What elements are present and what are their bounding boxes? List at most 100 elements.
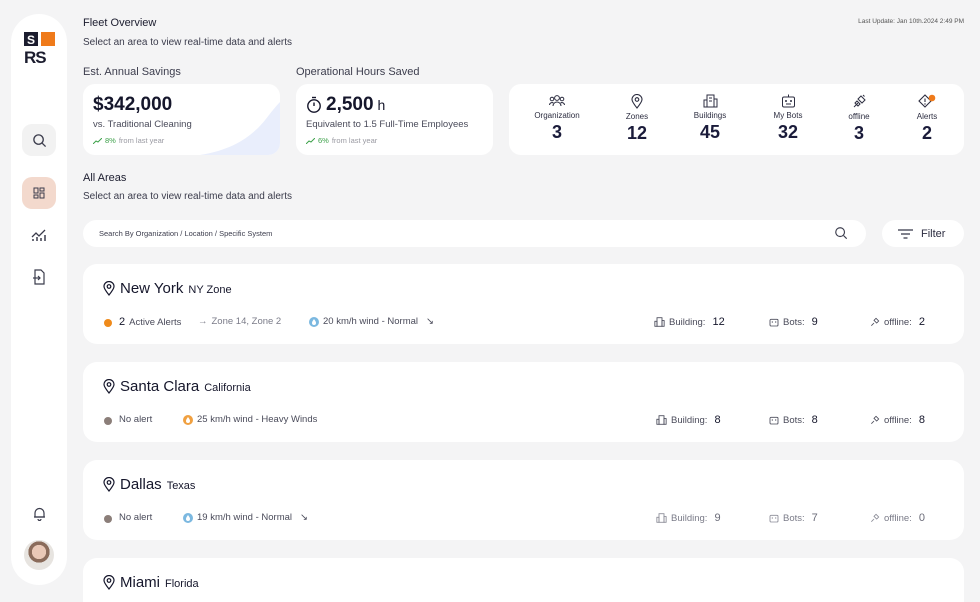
- area-card-santa-clara[interactable]: Santa Clara California No alert 25 km/h …: [83, 362, 964, 442]
- trend-up-icon: [306, 137, 315, 144]
- notifications-button[interactable]: [22, 497, 56, 529]
- offline-count: offline: 8: [870, 414, 925, 426]
- alert-text: No alert: [119, 414, 153, 425]
- filter-icon: [898, 228, 913, 239]
- wind-status: 20 km/h wind - Normal ↘: [309, 316, 434, 327]
- bots-count: Bots: 7: [769, 512, 818, 524]
- bots-label: Bots:: [783, 316, 805, 328]
- hours-trend-text: from last year: [331, 136, 378, 145]
- area-name: Dallas: [120, 476, 162, 493]
- bots-count: Bots: 8: [769, 414, 818, 426]
- area-region: Texas: [166, 480, 196, 492]
- search-icon: [32, 133, 46, 147]
- hours-unit: h: [377, 97, 386, 113]
- document-export-icon: [33, 269, 45, 285]
- robot-icon: [781, 94, 795, 108]
- stat-zones[interactable]: Zones 12: [602, 94, 672, 144]
- offline-label: offline:: [884, 316, 912, 328]
- savings-sparkline: [200, 102, 280, 155]
- area-card-miami[interactable]: Miami Florida: [83, 558, 964, 602]
- area-card-new-york[interactable]: New York NY Zone 2 Active Alerts → Zone …: [83, 264, 964, 344]
- alert-zones-text: Zone 14, Zone 2: [211, 316, 282, 327]
- offline-count: offline: 0: [870, 512, 925, 524]
- location-pin-icon: [103, 575, 115, 590]
- offline-count: offline: 2: [870, 316, 925, 328]
- bots-value: 7: [811, 512, 818, 524]
- building-icon: [654, 317, 665, 327]
- stat-organization[interactable]: Organization 3: [522, 94, 592, 143]
- savings-trend-pct: 8%: [105, 136, 116, 145]
- building-count: Building: 9: [656, 512, 721, 524]
- alert-status-dot: [104, 515, 112, 523]
- savings-trend-text: from last year: [118, 136, 165, 145]
- droplet-icon: [183, 512, 193, 523]
- sidebar-item-dashboard[interactable]: [22, 177, 56, 209]
- offline-value: 2: [918, 316, 925, 328]
- unplugged-icon: [871, 513, 880, 522]
- area-header: Santa Clara California: [103, 378, 251, 395]
- building-value: 8: [714, 414, 721, 426]
- search-input[interactable]: Search By Organization / Location / Spec…: [83, 220, 866, 247]
- areas-title: All Areas: [83, 172, 127, 184]
- stat-offline[interactable]: offline 3: [824, 94, 894, 144]
- building-value: 12: [712, 316, 725, 328]
- area-card-dallas[interactable]: Dallas Texas No alert 19 km/h wind - Nor…: [83, 460, 964, 540]
- chart-icon: [31, 229, 46, 241]
- robot-icon: [769, 318, 779, 327]
- building-label: Building:: [671, 414, 708, 426]
- arrow-down-right-icon: ↘: [300, 512, 308, 523]
- building-count: Building: 8: [656, 414, 721, 426]
- avatar[interactable]: [24, 540, 54, 570]
- filter-button[interactable]: Filter: [882, 220, 964, 247]
- unplugged-icon: [871, 317, 880, 326]
- srs-logo: RS S: [24, 32, 55, 64]
- area-details: 2 Active Alerts → Zone 14, Zone 2 20 km/…: [103, 316, 945, 330]
- sidebar-search-button[interactable]: [22, 124, 56, 156]
- area-header: New York NY Zone: [103, 280, 232, 297]
- area-details: No alert 25 km/h wind - Heavy Winds Buil…: [103, 414, 945, 428]
- hours-caption: Equivalent to 1.5 Full-Time Employees: [306, 119, 469, 130]
- sidebar-item-analytics[interactable]: [22, 219, 56, 251]
- unplugged-icon: [871, 415, 880, 424]
- offline-value: 8: [918, 414, 925, 426]
- wind-text: 20 km/h wind - Normal: [323, 316, 419, 327]
- area-region: NY Zone: [188, 284, 232, 296]
- stat-value: 32: [777, 122, 799, 142]
- unplugged-icon: [853, 94, 866, 108]
- filter-label: Filter: [921, 227, 946, 240]
- hours-trend: 6% from last year: [306, 136, 377, 145]
- alert-text: Active Alerts: [129, 316, 182, 328]
- bell-icon: [33, 507, 45, 521]
- bots-value: 8: [811, 414, 818, 426]
- arrow-right-icon: →: [198, 316, 208, 327]
- area-name: Miami: [120, 574, 160, 591]
- building-icon: [703, 94, 717, 108]
- savings-card: $342,000 vs. Traditional Cleaning 8% fro…: [83, 84, 280, 155]
- sidebar-item-reports[interactable]: [22, 261, 56, 293]
- area-name: New York: [120, 280, 184, 297]
- bots-label: Bots:: [783, 512, 805, 524]
- bots-value: 9: [811, 316, 818, 328]
- droplet-icon: [309, 316, 319, 327]
- alert-status-dot: [104, 319, 112, 327]
- dashboard-icon: [33, 187, 45, 199]
- wind-text: 19 km/h wind - Normal: [197, 512, 293, 523]
- stat-value: 12: [626, 123, 648, 143]
- stat-alerts[interactable]: Alerts 2: [892, 94, 962, 144]
- stat-buildings[interactable]: Buildings 45: [675, 94, 745, 143]
- wind-status: 25 km/h wind - Heavy Winds: [183, 414, 317, 425]
- page-subtitle: Select an area to view real-time data an…: [83, 37, 292, 48]
- offline-value: 0: [918, 512, 925, 524]
- search-placeholder: Search By Organization / Location / Spec…: [99, 229, 273, 238]
- stat-my-bots[interactable]: My Bots 32: [753, 94, 823, 143]
- savings-caption: vs. Traditional Cleaning: [93, 119, 192, 130]
- search-icon[interactable]: [834, 226, 848, 240]
- area-header: Miami Florida: [103, 574, 199, 591]
- arrow-down-right-icon: ↘: [426, 316, 434, 327]
- savings-label: Est. Annual Savings: [83, 66, 181, 78]
- location-pin-icon: [103, 477, 115, 492]
- alert-icon: [918, 94, 936, 108]
- offline-label: offline:: [884, 414, 912, 426]
- page-title: Fleet Overview: [83, 17, 157, 29]
- stat-value: 2: [921, 123, 932, 143]
